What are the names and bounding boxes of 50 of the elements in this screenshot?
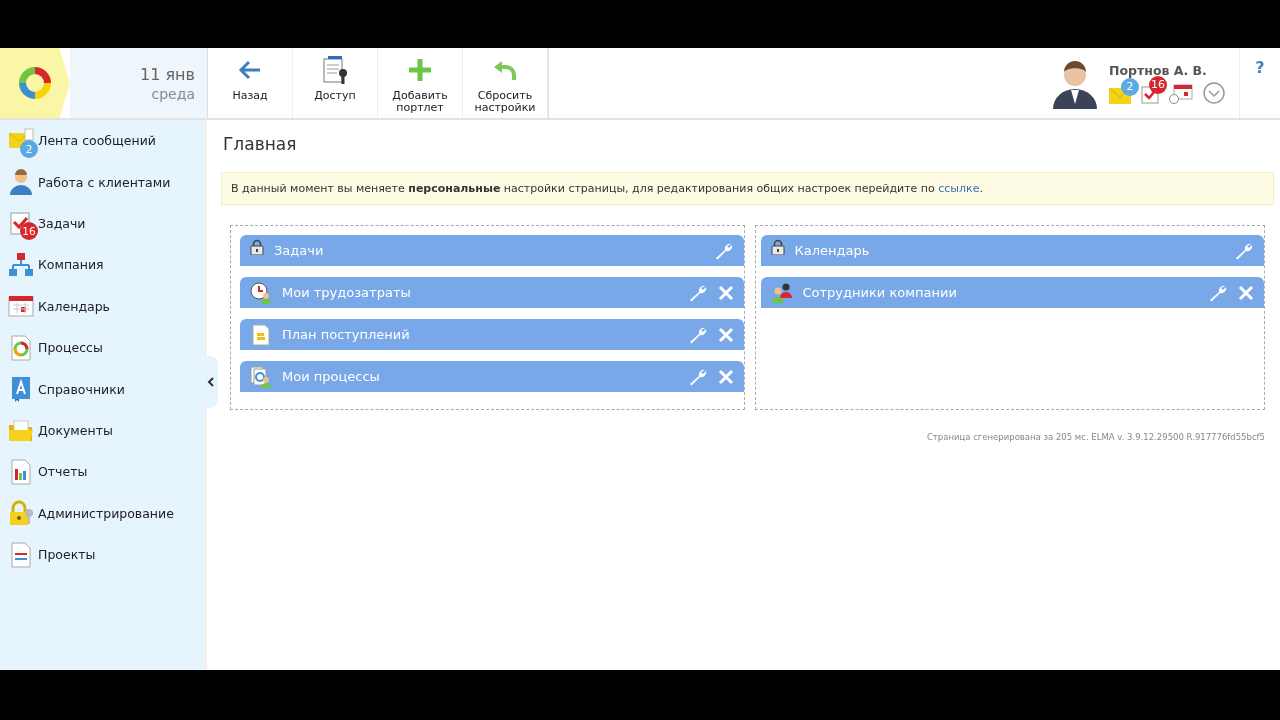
sidebar-item[interactable]: Процессы	[0, 326, 204, 369]
count-badge: 16	[20, 222, 38, 241]
sidebar-item[interactable]: 2 Лента сообщений	[0, 120, 204, 162]
project-document-icon	[8, 541, 34, 568]
close-icon[interactable]	[1238, 284, 1254, 301]
sidebar-item[interactable]: Справочники	[0, 368, 204, 410]
count-badge: 16	[1149, 75, 1167, 94]
close-icon[interactable]	[717, 284, 734, 301]
portlet-title: Мои трудозатраты	[282, 285, 412, 300]
calendar-clock-icon[interactable]	[1169, 83, 1193, 104]
portlet-title: Календарь	[794, 243, 871, 258]
portlet-title: Задачи	[274, 243, 325, 258]
two-people-icon	[770, 281, 793, 304]
padlock-key-icon	[8, 500, 34, 527]
process-document-icon	[8, 334, 34, 361]
logo[interactable]	[0, 48, 70, 118]
portlet-title: Мои процессы	[282, 369, 381, 384]
org-chart-icon	[8, 251, 34, 278]
close-icon[interactable]	[717, 368, 734, 385]
person-icon	[8, 169, 34, 196]
documents-person-icon	[250, 365, 272, 388]
portlet-title: План поступлений	[282, 327, 411, 342]
sidebar-item[interactable]: Работа с клиентами	[0, 161, 204, 203]
sidebar-item[interactable]: Компания	[0, 244, 204, 286]
document-coins-icon	[250, 323, 272, 346]
plus-icon	[407, 56, 433, 84]
sidebar-item[interactable]: Администрирование	[0, 492, 204, 534]
user-name[interactable]: Портнов А. В.	[1109, 62, 1225, 78]
dropdown-chevron-icon[interactable]	[1203, 81, 1225, 104]
padlock-icon	[250, 239, 264, 255]
calendar-icon	[8, 293, 34, 320]
notice-text: В данный момент вы меняете персональные настройки страницы, для редактирования общих настроек перейдите по ссылке.	[221, 172, 1274, 205]
sidebar-item[interactable]: Календарь	[0, 285, 204, 327]
sidebar-item[interactable]: Документы	[0, 409, 204, 452]
clock-person-icon	[250, 281, 272, 304]
bar-chart-document-icon	[8, 458, 34, 485]
close-icon[interactable]	[717, 326, 734, 343]
document-key-icon	[320, 56, 350, 84]
footer-text: Страница сгенерирована за 205 мс. ELMA v. 3.9.12.29500 R.917776fd55bcf5	[925, 432, 1265, 442]
weekday: среда	[151, 85, 195, 102]
collapse-sidebar-button[interactable]	[204, 356, 218, 408]
count-badge: 2	[1121, 77, 1139, 96]
portlet-title: Сотрудники компании	[802, 285, 958, 300]
sidebar-item[interactable]: Проекты	[0, 533, 204, 576]
date: 11 янв	[140, 64, 195, 84]
folder-icon	[8, 417, 34, 444]
padlock-icon	[770, 239, 785, 255]
chevron-left-icon	[207, 377, 215, 387]
page-title: Главная	[223, 134, 298, 154]
sidebar-item[interactable]: Отчеты	[0, 451, 204, 493]
